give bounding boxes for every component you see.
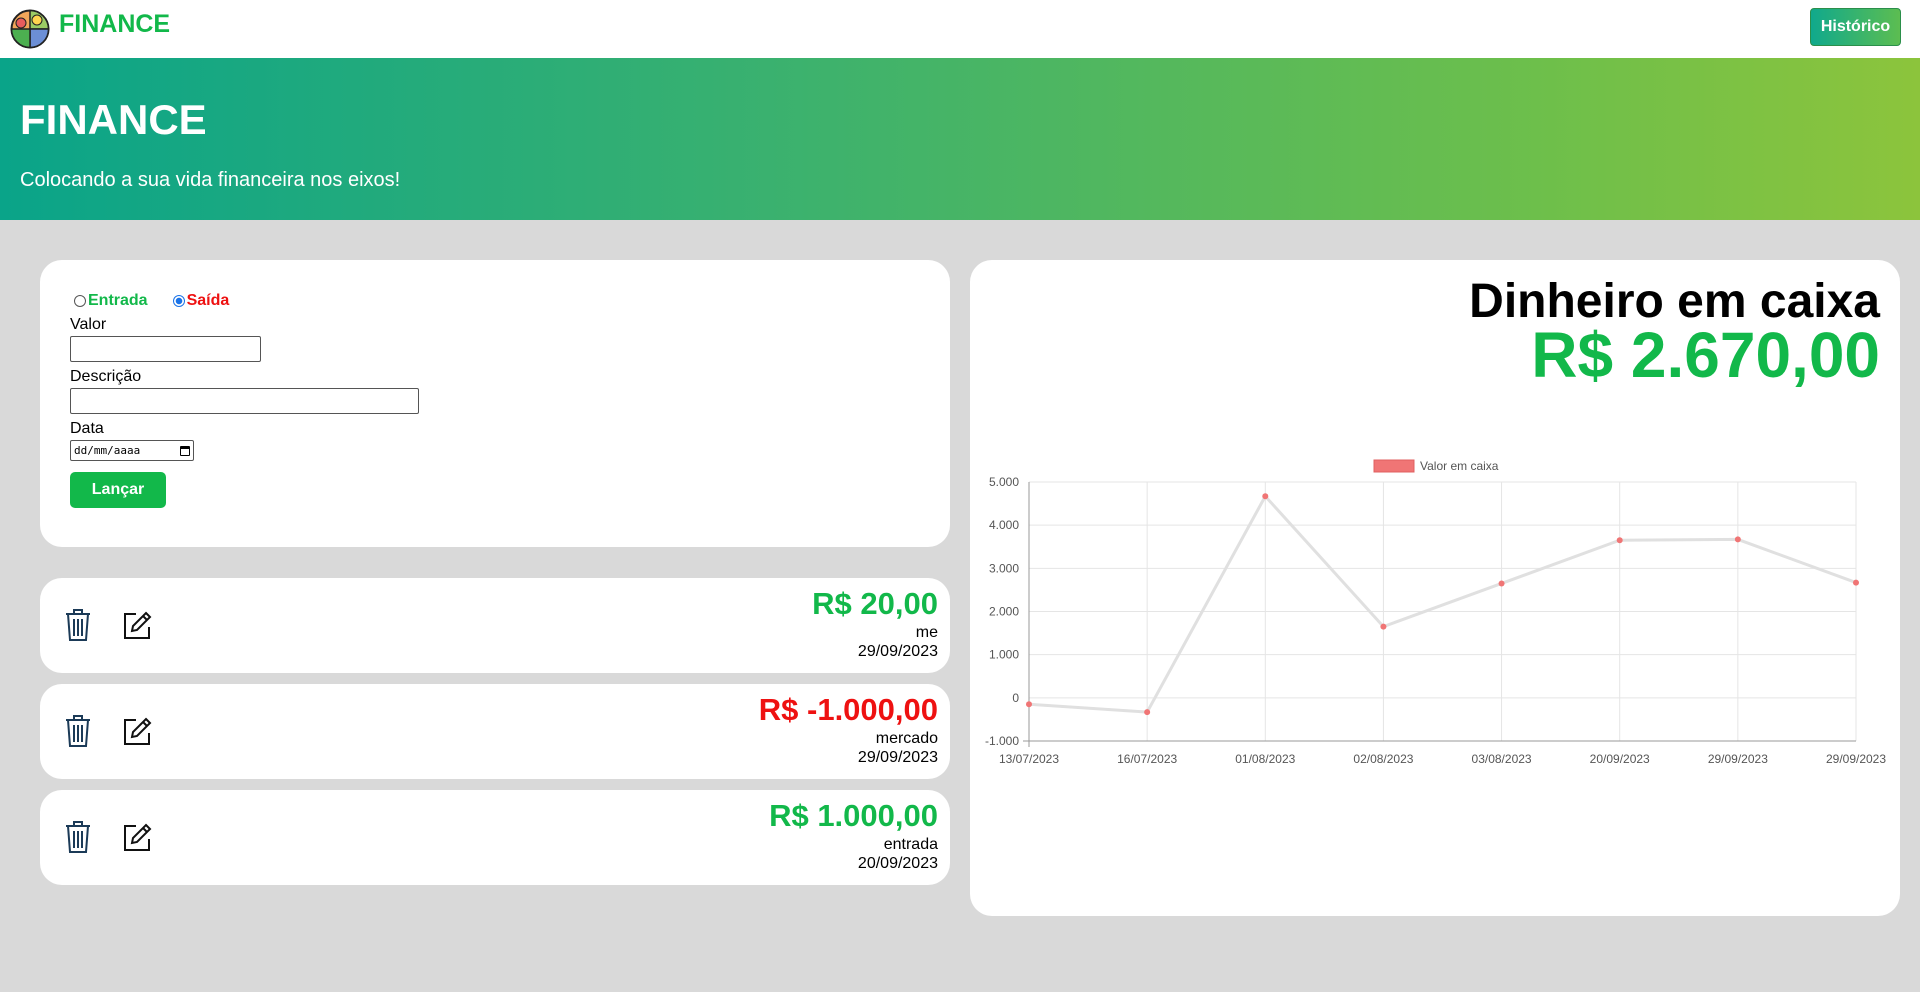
descricao-label: Descrição	[70, 368, 142, 385]
legend-label: Valor em caixa	[1420, 459, 1499, 473]
data-point	[1262, 493, 1269, 500]
y-tick-label: 5.000	[989, 475, 1019, 489]
y-tick-label: 2.000	[989, 605, 1019, 619]
transaction-amount: R$ 20,00	[812, 586, 938, 621]
transaction-card: R$ 1.000,00 entrada 20/09/2023	[40, 790, 950, 885]
hero-subtitle: Colocando a sua vida financeira nos eixo…	[20, 169, 401, 191]
brand-name[interactable]: FINANCE	[59, 10, 170, 39]
edit-icon[interactable]	[122, 611, 152, 641]
submit-button[interactable]: Lançar	[70, 472, 166, 508]
y-tick-label: 1.000	[989, 648, 1019, 662]
trash-icon[interactable]	[63, 608, 93, 642]
radio-entrada[interactable]	[74, 295, 86, 307]
transaction-date: 29/09/2023	[857, 749, 938, 766]
transaction-amount: R$ 1.000,00	[769, 798, 938, 833]
transaction-form: Entrada Saída Valor Descrição Data dd/mm…	[40, 260, 950, 547]
date-input[interactable]: dd/mm/aaaa	[70, 440, 194, 461]
line-chart: 5.000 4.000 3.000 2.000 1.000 0 -1.000 13/07/20…	[985, 459, 1886, 766]
series-line	[1028, 493, 1857, 714]
transaction-date: 20/09/2023	[857, 855, 938, 872]
radio-saida-label[interactable]: Saída	[187, 292, 230, 310]
history-button[interactable]: Histórico	[1810, 8, 1901, 46]
x-tick-label: 03/08/2023	[1472, 752, 1532, 766]
x-tick-label: 01/08/2023	[1235, 752, 1295, 766]
y-tick-label: 3.000	[989, 561, 1019, 575]
x-tick-label: 29/09/2023	[1826, 752, 1886, 766]
transaction-description: me	[915, 624, 938, 641]
transaction-date: 29/09/2023	[857, 643, 938, 660]
data-point	[1734, 536, 1741, 543]
data-point	[1026, 701, 1032, 708]
legend-swatch	[1373, 459, 1415, 473]
x-tick-label: 29/09/2023	[1708, 752, 1768, 766]
trash-icon[interactable]	[63, 714, 93, 748]
cash-chart-card: Dinheiro em caixa R$ 2.670,00 5.000 4.000…	[970, 260, 1900, 916]
hero-banner: FINANCE Colocando a sua vida financeira …	[0, 58, 1920, 220]
transaction-description: entrada	[883, 836, 938, 853]
transaction-amount: R$ -1.000,00	[758, 692, 938, 727]
y-tick-label: -1.000	[985, 734, 1019, 748]
logo-icon[interactable]	[10, 9, 50, 49]
hero-title: FINANCE	[20, 96, 207, 143]
x-tick-label: 16/07/2023	[1117, 752, 1177, 766]
trash-icon[interactable]	[63, 820, 93, 854]
edit-icon[interactable]	[122, 823, 152, 853]
x-tick-label: 02/08/2023	[1353, 752, 1413, 766]
valor-label: Valor	[70, 316, 107, 333]
type-radio-group: Entrada Saída	[74, 292, 229, 310]
data-point	[1616, 537, 1623, 544]
data-point	[1380, 623, 1387, 630]
valor-input[interactable]	[70, 336, 261, 362]
x-tick-label: 13/07/2023	[999, 752, 1059, 766]
radio-entrada-label[interactable]: Entrada	[88, 292, 148, 310]
edit-icon[interactable]	[122, 717, 152, 747]
date-placeholder: dd/mm/aaaa	[74, 444, 141, 457]
calendar-icon[interactable]	[180, 445, 190, 456]
data-point	[1853, 579, 1859, 586]
transaction-card: R$ -1.000,00 mercado 29/09/2023	[40, 684, 950, 779]
data-point	[1498, 580, 1505, 587]
transaction-card: R$ 20,00 me 29/09/2023	[40, 578, 950, 673]
radio-saida[interactable]	[172, 295, 185, 307]
x-tick-label: 20/09/2023	[1590, 752, 1650, 766]
y-tick-label: 0	[1012, 691, 1019, 705]
descricao-input[interactable]	[70, 388, 419, 414]
transaction-description: mercado	[875, 730, 938, 747]
data-label: Data	[70, 420, 104, 437]
navbar: FINANCE Histórico	[0, 0, 1920, 58]
y-tick-label: 4.000	[989, 518, 1019, 532]
data-point	[1144, 709, 1151, 716]
